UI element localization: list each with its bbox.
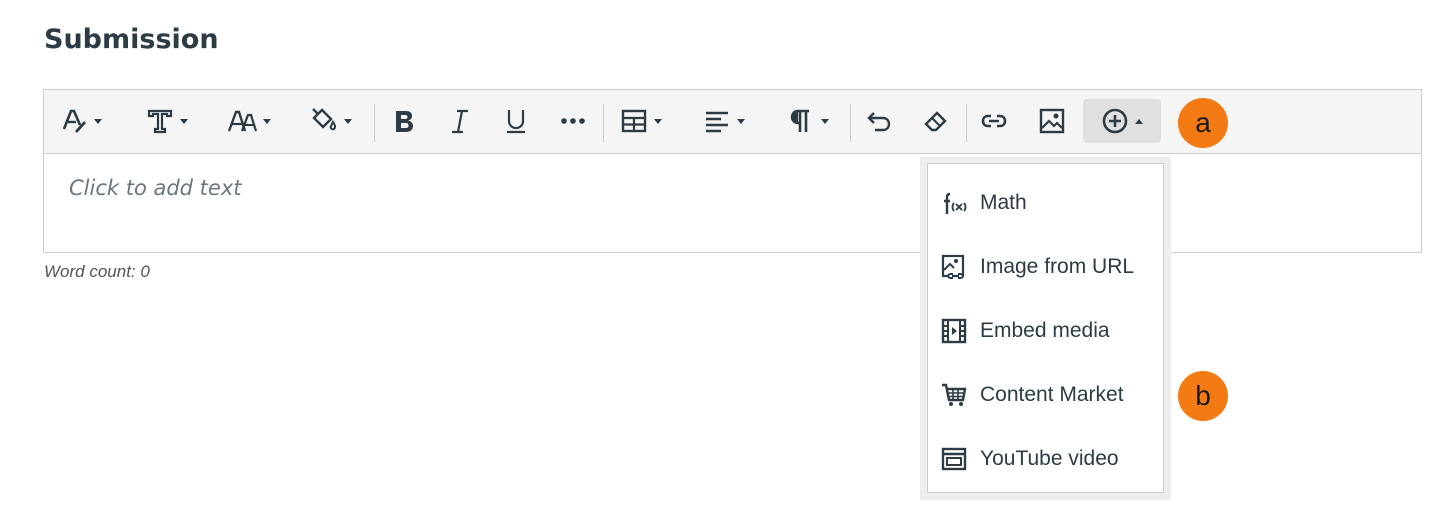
undo-icon	[865, 107, 893, 135]
menu-item-image-from-url[interactable]: Image from URL	[928, 240, 1163, 294]
bold-icon	[390, 107, 418, 135]
annotation-badge-a: a	[1178, 98, 1228, 148]
math-function-icon	[941, 190, 967, 216]
chevron-down-icon	[654, 118, 662, 124]
underline-icon	[502, 107, 530, 135]
eraser-icon	[922, 107, 950, 135]
menu-item-label: Image from URL	[980, 255, 1135, 278]
paragraph-button[interactable]	[780, 99, 836, 143]
chevron-down-icon	[94, 118, 102, 124]
menu-item-label: YouTube video	[980, 447, 1119, 470]
chevron-down-icon	[263, 118, 271, 124]
more-icon	[559, 107, 587, 135]
text-style-icon	[146, 107, 174, 135]
font-color-icon	[60, 107, 88, 135]
video-window-icon	[941, 446, 967, 472]
table-icon	[620, 107, 648, 135]
menu-item-math[interactable]: Math	[928, 176, 1163, 230]
chevron-up-icon	[1135, 118, 1143, 124]
chevron-down-icon	[344, 118, 352, 124]
paragraph-icon	[787, 107, 815, 135]
menu-item-label: Math	[980, 191, 1027, 214]
page-title: Submission	[44, 24, 219, 55]
align-button[interactable]	[696, 99, 752, 143]
italic-button[interactable]	[438, 99, 482, 143]
fill-color-icon	[310, 107, 338, 135]
more-button[interactable]	[550, 99, 596, 143]
image-icon	[1038, 107, 1066, 135]
menu-item-label: Content Market	[980, 383, 1124, 406]
insert-plus-icon	[1101, 107, 1129, 135]
italic-icon	[446, 107, 474, 135]
chevron-down-icon	[821, 118, 829, 124]
menu-item-youtube-video[interactable]: YouTube video	[928, 432, 1163, 486]
link-icon	[980, 107, 1008, 135]
underline-button[interactable]	[494, 99, 538, 143]
align-icon	[703, 107, 731, 135]
annotation-badge-b: b	[1178, 371, 1228, 421]
bold-button[interactable]	[382, 99, 426, 143]
clear-format-button[interactable]	[914, 99, 958, 143]
toolbar-separator	[850, 104, 851, 142]
font-color-button[interactable]	[56, 99, 106, 143]
undo-button[interactable]	[857, 99, 901, 143]
editor-placeholder: Click to add text	[69, 176, 242, 200]
editor-content-area[interactable]: Click to add text	[43, 154, 1422, 253]
link-button[interactable]	[972, 99, 1016, 143]
toolbar-separator	[966, 104, 967, 142]
insert-menu: Math Image from URL Embed media Content …	[927, 163, 1164, 493]
table-button[interactable]	[612, 99, 670, 143]
text-style-button[interactable]	[142, 99, 192, 143]
font-size-icon	[227, 107, 257, 135]
fill-color-button[interactable]	[304, 99, 358, 143]
image-url-icon	[941, 254, 967, 280]
toolbar-separator	[374, 104, 375, 142]
menu-item-embed-media[interactable]: Embed media	[928, 304, 1163, 358]
cart-icon	[941, 382, 967, 408]
image-button[interactable]	[1030, 99, 1074, 143]
menu-item-label: Embed media	[980, 319, 1110, 342]
chevron-down-icon	[737, 118, 745, 124]
toolbar-separator	[603, 104, 604, 142]
font-size-button[interactable]	[221, 99, 277, 143]
menu-item-content-market[interactable]: Content Market	[928, 368, 1163, 422]
film-icon	[941, 318, 967, 344]
word-count: Word count: 0	[44, 262, 150, 281]
insert-menu-button[interactable]	[1083, 99, 1161, 143]
chevron-down-icon	[180, 118, 188, 124]
